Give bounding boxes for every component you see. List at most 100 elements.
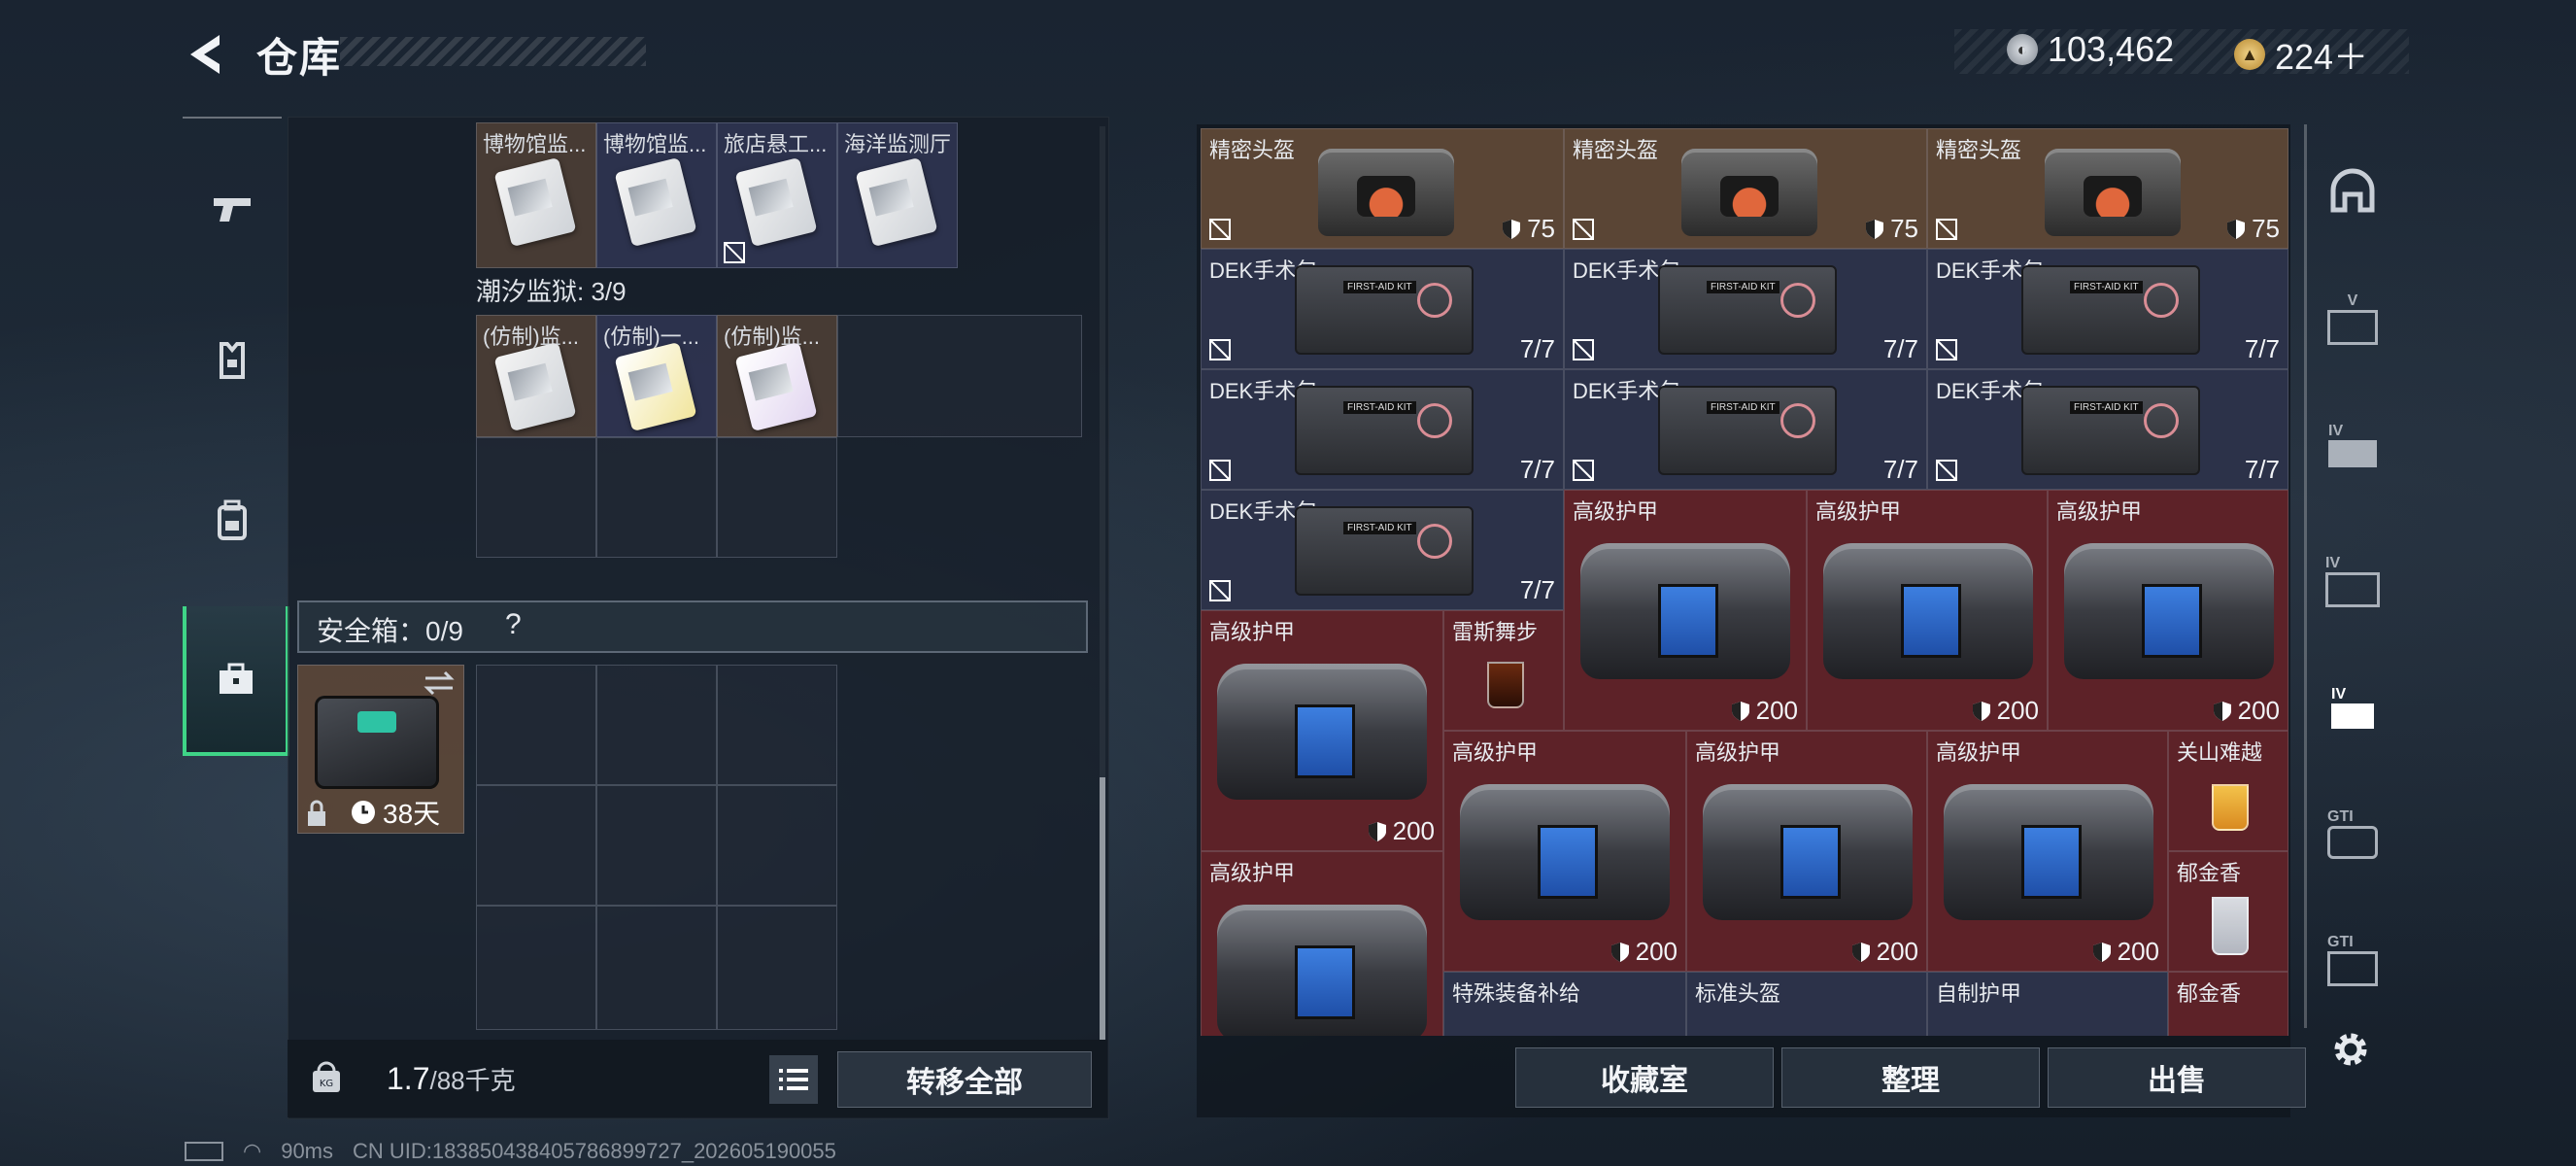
category-gti[interactable]: GTI (2316, 797, 2390, 871)
item-name: 关山难越 (2177, 740, 2263, 765)
item-armor[interactable]: 高级护甲 200 (1201, 610, 1443, 851)
safebox-empty-slot[interactable] (596, 785, 717, 906)
gold-currency[interactable]: ▲ 224＋ (2234, 29, 2368, 80)
empty-slot[interactable] (476, 437, 596, 558)
shield-icon (1610, 942, 1629, 962)
iv-backpack-tab-icon: IV (2325, 555, 2380, 607)
empty-slot[interactable] (837, 315, 1082, 437)
item-armor[interactable]: 高级护甲 200 (2048, 490, 2288, 731)
help-button[interactable]: ? (505, 608, 522, 641)
item-name: 高级护甲 (1452, 740, 1539, 765)
item-helmet[interactable]: 精密头盔 75 (1564, 128, 1927, 249)
item-armor[interactable]: 高级护甲 (1201, 851, 1443, 1036)
item-name: 郁金香 (2177, 861, 2242, 885)
item-helmet[interactable]: 精密头盔 75 (1201, 128, 1564, 249)
category-iv-armor[interactable]: IV (2316, 408, 2390, 482)
gti-tab-2-icon: GTI (2327, 934, 2378, 986)
safebox-label: 安全箱：0/9 (317, 616, 463, 646)
item-slot[interactable]: 博物馆监... (476, 122, 596, 268)
item-drink[interactable]: 关山难越 (2168, 731, 2288, 851)
item-armor[interactable]: 高级护甲 200 (1927, 731, 2168, 972)
uses-remaining: 7/7 (2244, 455, 2280, 484)
tab-safebox[interactable] (183, 606, 289, 756)
item-drink[interactable]: 郁金香 (2168, 851, 2288, 972)
settings-gear-icon[interactable] (2329, 1028, 2372, 1071)
sort-button[interactable]: 整理 (1781, 1047, 2040, 1108)
page-title: 仓库 (256, 35, 343, 81)
item-helmet[interactable]: 标准头盔 (1686, 972, 1927, 1036)
category-iv-medkit[interactable]: IV (2316, 670, 2390, 744)
item-name: 自制护甲 (1936, 981, 2022, 1006)
rail-label: IV (2328, 423, 2344, 439)
armor-bag-image (1944, 784, 2153, 920)
safebox-empty-slot[interactable] (596, 906, 717, 1030)
item-slot[interactable]: 旅店悬工... (717, 122, 837, 268)
medkit-image (1658, 386, 1837, 475)
item-helmet[interactable]: 精密头盔 75 (1927, 128, 2288, 249)
item-armor[interactable]: 高级护甲 200 (1443, 731, 1686, 972)
item-drink[interactable]: 雷斯舞步 (1443, 610, 1564, 731)
durability-value: 200 (1392, 816, 1435, 845)
list-view-button[interactable] (769, 1055, 818, 1104)
item-armor[interactable]: 自制护甲 (1927, 972, 2168, 1036)
safebox-empty-slot[interactable] (476, 665, 596, 785)
item-slot[interactable]: 博物馆监... (596, 122, 717, 268)
clock-icon (352, 801, 375, 824)
rail-label: GTI (2327, 934, 2354, 950)
back-arrow-icon[interactable] (181, 29, 231, 80)
item-medkit[interactable]: DEK手术包 7/7 (1201, 249, 1564, 369)
item-drink[interactable]: 郁金香 (2168, 972, 2288, 1036)
cocktail-image (2212, 784, 2249, 831)
rail-label: GTI (2327, 808, 2354, 825)
timer-text: 38天 (383, 799, 441, 829)
stash-scrollbar-thumb[interactable] (1100, 777, 1105, 1040)
category-v[interactable]: V (2316, 282, 2390, 356)
durability: 200 (1851, 937, 1918, 967)
keycard-icon (614, 341, 697, 432)
safebox-empty-slot[interactable] (476, 906, 596, 1030)
category-gti-2[interactable]: GTI (2316, 923, 2390, 997)
category-iv-backpack[interactable]: IV (2316, 544, 2390, 618)
item-medkit[interactable]: DEK手术包 7/7 (1201, 369, 1564, 490)
empty-slot[interactable] (717, 437, 837, 558)
tab-backpack[interactable] (183, 447, 282, 593)
item-slot[interactable]: 海洋监测厅 (837, 122, 958, 268)
keycard-icon (493, 156, 577, 248)
safebox-empty-slot[interactable] (596, 665, 717, 785)
durability: 200 (1610, 937, 1678, 967)
tab-armor[interactable] (183, 288, 282, 433)
item-armor[interactable]: 高级护甲 200 (1564, 490, 1807, 731)
item-supply[interactable]: 特殊装备补给 (1443, 972, 1686, 1036)
keycard-icon (614, 156, 697, 248)
safebox-empty-slot[interactable] (717, 906, 837, 1030)
safebox-empty-slot[interactable] (476, 785, 596, 906)
shield-icon (1972, 701, 1990, 721)
item-medkit[interactable]: DEK手术包 7/7 (1927, 369, 2288, 490)
no-drop-icon (1209, 460, 1231, 481)
item-medkit[interactable]: DEK手术包 7/7 (1201, 490, 1564, 610)
item-slot[interactable]: (仿制)一... (596, 315, 717, 437)
item-slot[interactable]: (仿制)监... (717, 315, 837, 437)
silver-coin-icon: ◐ (2007, 34, 2038, 65)
swap-icon[interactable] (420, 669, 458, 698)
item-medkit[interactable]: DEK手术包 7/7 (1564, 369, 1927, 490)
uses-remaining: 7/7 (1519, 334, 1555, 363)
title-decoration (340, 37, 646, 66)
item-medkit[interactable]: DEK手术包 7/7 (1564, 249, 1927, 369)
tab-weapons[interactable] (183, 134, 282, 280)
category-helmet[interactable] (2316, 155, 2390, 229)
item-armor[interactable]: 高级护甲 200 (1807, 490, 2048, 731)
safebox-empty-slot[interactable] (717, 785, 837, 906)
item-slot[interactable]: (仿制)监... (476, 315, 596, 437)
safebox-empty-slot[interactable] (717, 665, 837, 785)
collection-room-button[interactable]: 收藏室 (1515, 1047, 1774, 1108)
sell-button[interactable]: 出售 (2048, 1047, 2306, 1108)
transfer-all-button[interactable]: 转移全部 (837, 1051, 1092, 1108)
item-armor[interactable]: 高级护甲 200 (1686, 731, 1927, 972)
helmet-bag-image (1681, 149, 1817, 236)
item-name: 海洋监测厅 (844, 132, 952, 156)
item-medkit[interactable]: DEK手术包 7/7 (1927, 249, 2288, 369)
durability: 200 (2092, 937, 2159, 967)
item-name: 高级护甲 (1936, 740, 2022, 765)
empty-slot[interactable] (596, 437, 717, 558)
